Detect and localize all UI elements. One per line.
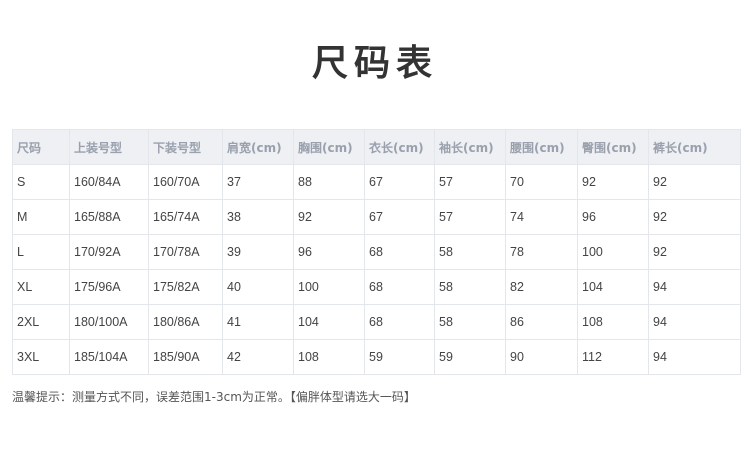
- table-row: S 160/84A 160/70A 37 88 67 57 70 92 92: [12, 164, 741, 200]
- table-cell: 100: [577, 234, 649, 270]
- table-cell: 104: [293, 304, 365, 340]
- table-header-row: 尺码 上装号型 下装号型 肩宽(cm) 胸围(cm) 衣长(cm) 袖长(cm)…: [12, 129, 741, 165]
- column-header-pants-length: 裤长(cm): [648, 129, 741, 165]
- table-cell: 92: [293, 199, 365, 235]
- table-cell: 40: [222, 269, 294, 305]
- table-cell: 175/96A: [69, 269, 149, 305]
- table-cell: 185/104A: [69, 339, 149, 375]
- table-cell: 58: [434, 269, 506, 305]
- table-cell: 90: [505, 339, 578, 375]
- table-cell: 160/70A: [148, 164, 223, 200]
- column-header-size: 尺码: [12, 129, 70, 165]
- table-cell: 185/90A: [148, 339, 223, 375]
- page-title: 尺码表: [311, 43, 438, 84]
- table-cell: 92: [577, 164, 649, 200]
- table-cell: 100: [293, 269, 365, 305]
- column-header-sleeve: 袖长(cm): [434, 129, 506, 165]
- table-cell: 39: [222, 234, 294, 270]
- table-cell: 104: [577, 269, 649, 305]
- table-cell: 3XL: [12, 339, 70, 375]
- table-cell: 58: [434, 234, 506, 270]
- table-cell: 41: [222, 304, 294, 340]
- table-cell: S: [12, 164, 70, 200]
- table-cell: 175/82A: [148, 269, 223, 305]
- table-cell: 70: [505, 164, 578, 200]
- table-cell: 58: [434, 304, 506, 340]
- column-header-waist: 腰围(cm): [505, 129, 578, 165]
- table-cell: 57: [434, 164, 506, 200]
- table-cell: 94: [648, 269, 741, 305]
- size-note: 温馨提示：测量方式不同，误差范围1-3cm为正常。【偏胖体型请选大一码】: [12, 390, 416, 404]
- table-cell: 88: [293, 164, 365, 200]
- table-cell: 94: [648, 304, 741, 340]
- table-cell: 165/74A: [148, 199, 223, 235]
- table-cell: 108: [293, 339, 365, 375]
- column-header-shoulder: 肩宽(cm): [222, 129, 294, 165]
- column-header-top-size: 上装号型: [69, 129, 149, 165]
- table-cell: 96: [293, 234, 365, 270]
- table-cell: 67: [364, 164, 435, 200]
- table-cell: 68: [364, 304, 435, 340]
- table-cell: 180/86A: [148, 304, 223, 340]
- table-cell: 38: [222, 199, 294, 235]
- table-cell: 59: [434, 339, 506, 375]
- column-header-length: 衣长(cm): [364, 129, 435, 165]
- table-cell: 180/100A: [69, 304, 149, 340]
- table-cell: 170/78A: [148, 234, 223, 270]
- table-cell: 92: [648, 164, 741, 200]
- table-cell: 94: [648, 339, 741, 375]
- table-cell: 82: [505, 269, 578, 305]
- table-cell: 165/88A: [69, 199, 149, 235]
- table-row: 2XL 180/100A 180/86A 41 104 68 58 86 108…: [12, 304, 741, 340]
- table-cell: 112: [577, 339, 649, 375]
- table-row: L 170/92A 170/78A 39 96 68 58 78 100 92: [12, 234, 741, 270]
- table-cell: 96: [577, 199, 649, 235]
- table-row: 3XL 185/104A 185/90A 42 108 59 59 90 112…: [12, 339, 741, 375]
- table-cell: M: [12, 199, 70, 235]
- table-cell: 160/84A: [69, 164, 149, 200]
- size-chart-table: 尺码 上装号型 下装号型 肩宽(cm) 胸围(cm) 衣长(cm) 袖长(cm)…: [12, 129, 741, 375]
- table-cell: 67: [364, 199, 435, 235]
- table-cell: 59: [364, 339, 435, 375]
- table-cell: 68: [364, 269, 435, 305]
- table-cell: 2XL: [12, 304, 70, 340]
- table-cell: 92: [648, 199, 741, 235]
- table-cell: XL: [12, 269, 70, 305]
- column-header-chest: 胸围(cm): [293, 129, 365, 165]
- table-cell: 42: [222, 339, 294, 375]
- table-cell: 92: [648, 234, 741, 270]
- table-row: XL 175/96A 175/82A 40 100 68 58 82 104 9…: [12, 269, 741, 305]
- table-cell: 57: [434, 199, 506, 235]
- table-cell: 86: [505, 304, 578, 340]
- column-header-bottom-size: 下装号型: [148, 129, 223, 165]
- table-cell: 37: [222, 164, 294, 200]
- table-cell: 68: [364, 234, 435, 270]
- table-cell: L: [12, 234, 70, 270]
- table-cell: 74: [505, 199, 578, 235]
- table-cell: 108: [577, 304, 649, 340]
- table-row: M 165/88A 165/74A 38 92 67 57 74 96 92: [12, 199, 741, 235]
- table-cell: 78: [505, 234, 578, 270]
- table-cell: 170/92A: [69, 234, 149, 270]
- column-header-hip: 臀围(cm): [577, 129, 649, 165]
